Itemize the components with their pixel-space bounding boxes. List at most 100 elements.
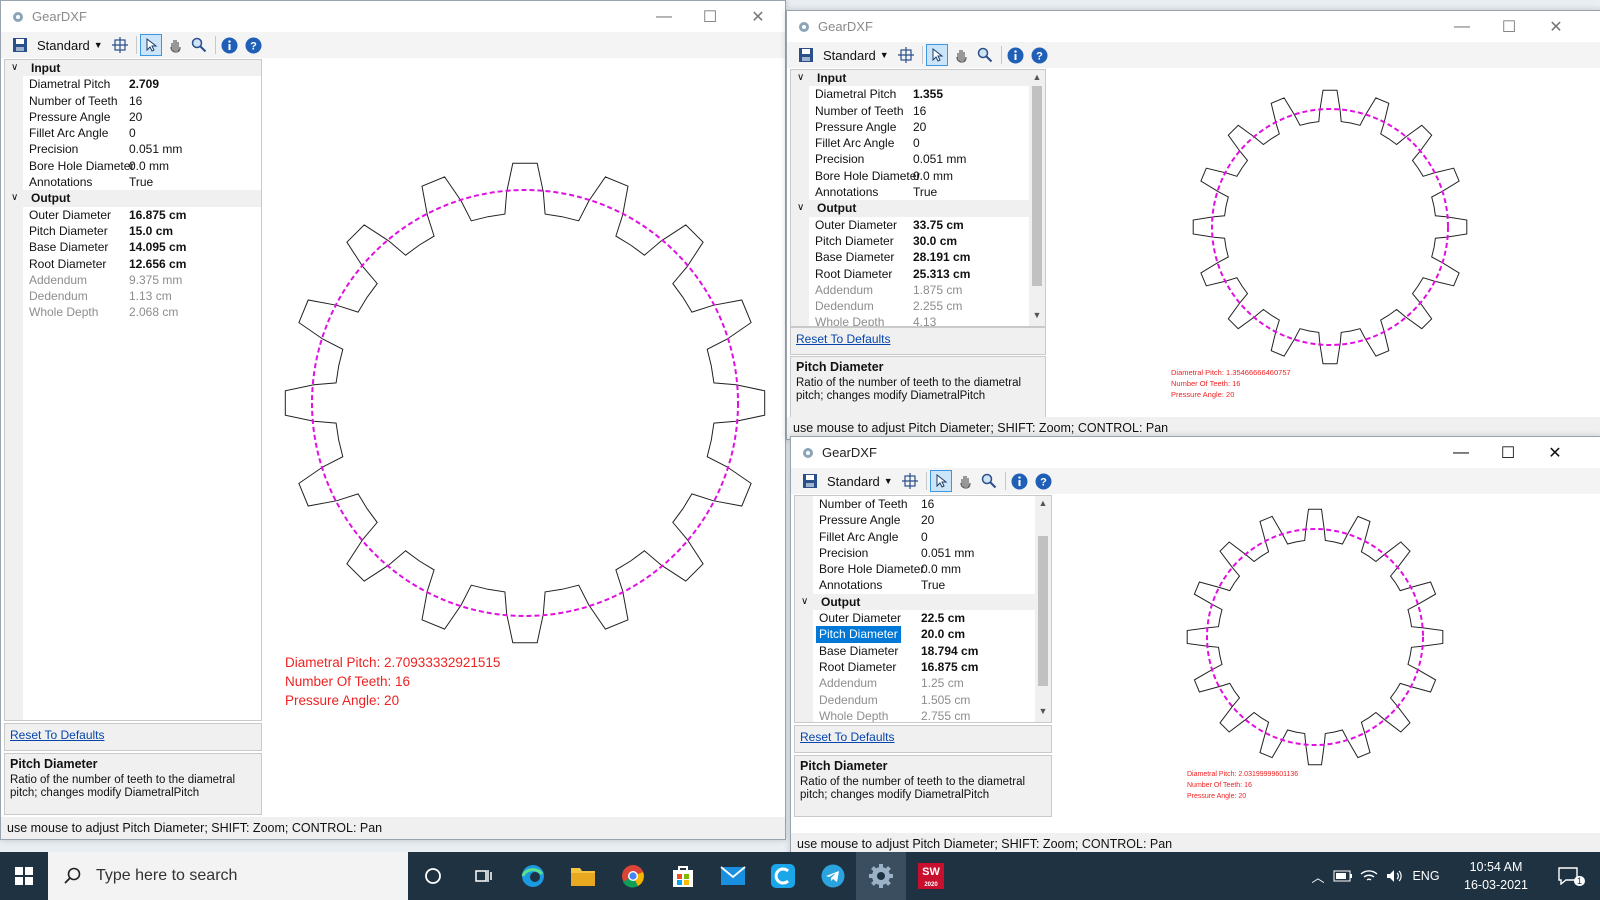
grid-property-row[interactable]: Dedendum 1.505 cm [795,692,1051,708]
minimize-button[interactable]: — [1438,437,1484,469]
title-bar[interactable]: GearDXF — ☐ ✕ [787,11,1600,43]
pan-tool-button[interactable] [954,470,976,492]
property-value[interactable]: 15.0 cm [129,223,173,239]
grid-category-input[interactable]: ∨ Input [791,70,1045,87]
fit-extents-button[interactable] [109,34,131,56]
telegram-app[interactable] [808,852,858,900]
property-value[interactable]: True [921,577,945,593]
grid-property-row[interactable]: Addendum 1.875 cm [791,282,1045,298]
property-value[interactable]: 16 [129,93,142,109]
gear-canvas[interactable]: Diametral Pitch: 2.70933332921515 Number… [263,59,783,815]
property-value[interactable]: 22.5 cm [921,610,965,626]
grid-property-row[interactable]: Pitch Diameter 20.0 cm [795,626,1051,643]
property-value[interactable]: True [913,184,937,200]
grid-scrollbar[interactable]: ▲ ▼ [1029,70,1045,326]
pan-tool-button[interactable] [950,44,972,66]
cortana-button[interactable] [408,852,458,900]
grid-property-row[interactable]: Base Diameter 18.794 cm [795,643,1051,659]
grid-property-row[interactable]: Pitch Diameter 15.0 cm [5,223,261,239]
grid-category-output[interactable]: ∨ Output [791,200,1045,217]
scroll-thumb[interactable] [1038,536,1048,686]
scroll-down-arrow-icon[interactable]: ▼ [1035,706,1051,720]
gear-profile[interactable] [1186,508,1444,766]
zoom-tool-button[interactable] [188,34,210,56]
property-value[interactable]: 1.355 [913,86,943,102]
select-tool-button[interactable] [929,470,952,492]
geardxf-taskbar-app[interactable] [856,852,906,900]
grid-property-row[interactable]: Pressure Angle 20 [5,109,261,125]
property-value[interactable]: 2.755 cm [921,708,970,722]
property-value[interactable]: 0.0 mm [921,561,961,577]
fit-extents-button[interactable] [895,44,917,66]
view-mode-dropdown[interactable]: Standard ▼ [827,474,893,489]
clock[interactable]: 10:54 AM 16-03-2021 [1452,858,1540,894]
grid-property-row[interactable]: Addendum 9.375 mm [5,272,261,288]
grid-property-row[interactable]: Base Diameter 14.095 cm [5,239,261,255]
property-value[interactable]: 12.656 cm [129,256,186,272]
grid-property-row[interactable]: Annotations True [5,174,261,190]
property-value[interactable]: 33.75 cm [913,217,964,233]
info-button[interactable] [1005,44,1027,66]
scroll-thumb[interactable] [1032,86,1042,286]
grid-property-row[interactable]: Pressure Angle 20 [791,119,1045,135]
scroll-up-arrow-icon[interactable]: ▲ [1029,72,1045,86]
property-value[interactable]: 25.313 cm [913,266,970,282]
property-value[interactable]: 18.794 cm [921,643,978,659]
save-button[interactable] [799,470,821,492]
grid-property-row[interactable]: Diametral Pitch 1.355 [791,86,1045,102]
property-value[interactable]: 20.0 cm [921,626,965,642]
grid-property-row[interactable]: Bore Hole Diameter 0.0 mm [791,168,1045,184]
c-app[interactable] [758,852,808,900]
grid-property-row[interactable]: Precision 0.051 mm [795,545,1051,561]
collapse-chevron-icon[interactable]: ∨ [11,190,18,206]
grid-property-row[interactable]: Annotations True [791,184,1045,200]
help-button[interactable]: ? [1029,44,1051,66]
property-value[interactable]: 0.051 mm [129,141,182,157]
save-button[interactable] [9,34,31,56]
maximize-button[interactable]: ☐ [687,1,733,33]
reset-to-defaults-link[interactable]: Reset To Defaults [796,332,891,346]
reset-to-defaults-link[interactable]: Reset To Defaults [800,730,895,744]
close-button[interactable]: ✕ [1532,437,1578,469]
property-value[interactable]: 16 [913,103,926,119]
collapse-chevron-icon[interactable]: ∨ [797,70,804,86]
grid-property-row[interactable]: Fillet Arc Angle 0 [791,135,1045,151]
minimize-button[interactable]: — [641,1,687,33]
property-value[interactable]: 16.875 cm [129,207,186,223]
property-value[interactable]: 2.255 cm [913,298,962,314]
grid-property-row[interactable]: Whole Depth 2.068 cm [5,304,261,320]
grid-property-row[interactable]: Precision 0.051 mm [791,151,1045,167]
start-button[interactable] [0,852,48,900]
property-value[interactable]: 16.875 cm [921,659,978,675]
property-value[interactable]: 1.25 cm [921,675,964,691]
collapse-chevron-icon[interactable]: ∨ [11,60,18,76]
chrome-app[interactable] [608,852,658,900]
property-value[interactable]: 1.13 cm [129,288,172,304]
solidworks-app[interactable]: SW 2020 [906,852,956,900]
view-mode-dropdown[interactable]: Standard ▼ [37,38,103,53]
property-value[interactable]: 0 [913,135,920,151]
grid-property-row[interactable]: Annotations True [795,577,1051,593]
reset-to-defaults-link[interactable]: Reset To Defaults [10,728,105,742]
select-tool-button[interactable] [925,44,948,66]
property-value[interactable]: 1.875 cm [913,282,962,298]
collapse-chevron-icon[interactable]: ∨ [797,200,804,216]
grid-property-row[interactable]: Number of Teeth 16 [791,103,1045,119]
show-hidden-icons-button[interactable]: ︿ [1306,852,1330,900]
grid-property-row[interactable]: Diametral Pitch 2.709 [5,76,261,92]
language-indicator[interactable]: ENG [1408,852,1444,900]
gear-canvas[interactable]: Diametral Pitch: 2.03199999601136 Number… [1053,495,1599,831]
pan-tool-button[interactable] [164,34,186,56]
grid-property-row[interactable]: Precision 0.051 mm [5,141,261,157]
property-value[interactable]: 2.709 [129,76,159,92]
property-value[interactable]: 16 [921,496,934,512]
maximize-button[interactable]: ☐ [1485,437,1531,469]
title-bar[interactable]: GearDXF — ☐ ✕ [791,437,1600,469]
title-bar[interactable]: GearDXF — ☐ ✕ [1,1,785,33]
save-button[interactable] [795,44,817,66]
scroll-up-arrow-icon[interactable]: ▲ [1035,498,1051,512]
grid-property-row[interactable]: Number of Teeth 16 [5,93,261,109]
collapse-chevron-icon[interactable]: ∨ [801,594,808,610]
gear-drawing[interactable] [1053,495,1599,831]
gear-drawing[interactable] [1047,69,1599,417]
